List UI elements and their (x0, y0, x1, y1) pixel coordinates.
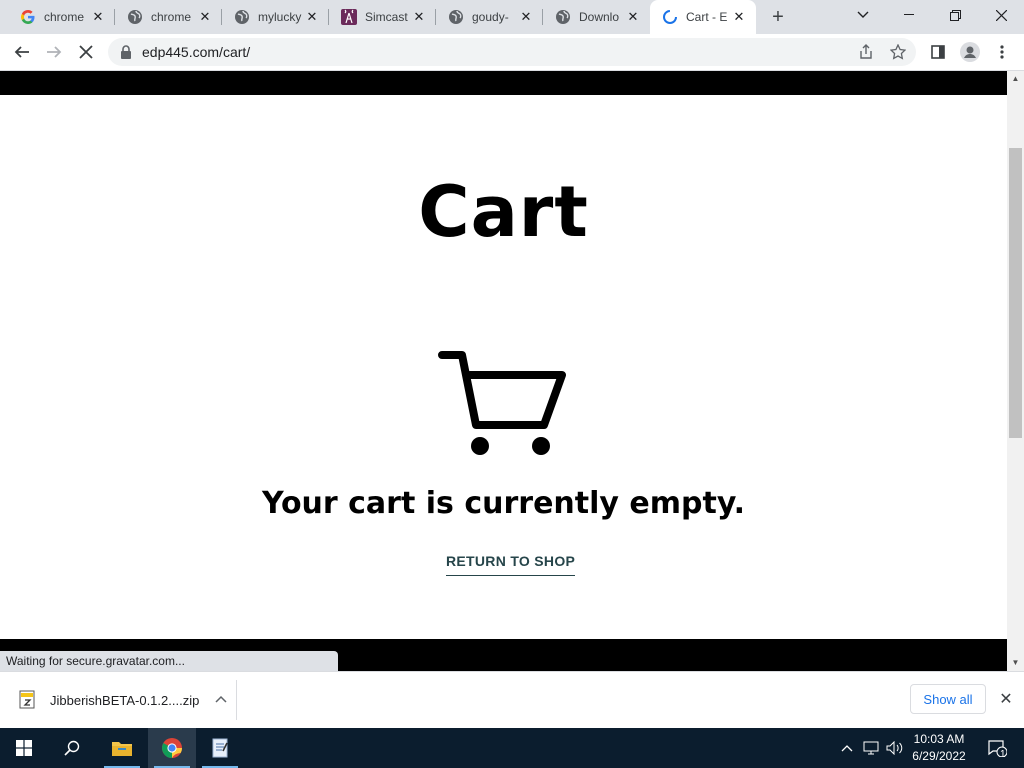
close-icon[interactable]: ✕ (996, 688, 1016, 710)
tab-4[interactable]: Simcast ✕ (329, 0, 436, 34)
clock-date: 6/29/2022 (912, 749, 966, 763)
back-arrow-icon (14, 46, 29, 58)
search-button[interactable] (48, 728, 96, 768)
loading-icon (662, 9, 678, 25)
tab-1[interactable]: chrome ✕ (8, 0, 115, 34)
address-bar[interactable]: edp445.com/cart/ (108, 38, 916, 66)
scroll-thumb[interactable] (1009, 148, 1022, 438)
tab-strip: chrome ✕ chrome ✕ mylucky ✕ Simcast ✕ go… (0, 0, 1024, 34)
profile-button[interactable] (956, 38, 984, 66)
chrome-taskbar-button[interactable] (148, 728, 196, 768)
tab-2[interactable]: chrome ✕ (115, 0, 222, 34)
tab-7-active[interactable]: Cart - E ✕ (650, 0, 756, 34)
notepad-taskbar-button[interactable] (196, 728, 244, 768)
tab-6[interactable]: Downlo ✕ (543, 0, 650, 34)
tab-title: Downlo (579, 10, 620, 24)
tower-icon (341, 9, 357, 25)
chevron-up-icon[interactable] (215, 694, 227, 706)
tab-search-icon[interactable] (840, 0, 886, 30)
close-icon[interactable]: ✕ (196, 8, 214, 26)
chevron-up-icon[interactable] (838, 728, 856, 768)
download-file-name: JibberishBETA-0.1.2....zip (50, 692, 200, 708)
close-icon[interactable]: ✕ (517, 8, 535, 26)
browser-toolbar: edp445.com/cart/ (0, 34, 1024, 71)
lock-icon[interactable] (120, 45, 134, 59)
share-button[interactable] (852, 38, 880, 66)
network-icon[interactable] (860, 728, 882, 768)
return-to-shop-link[interactable]: RETURN TO SHOP (446, 553, 576, 576)
file-explorer-button[interactable] (98, 728, 146, 768)
page-title: Cart (418, 171, 589, 253)
scroll-up-icon[interactable]: ▲ (1007, 71, 1024, 85)
star-icon (890, 44, 906, 60)
share-icon (860, 44, 872, 59)
show-all-downloads-button[interactable]: Show all (910, 684, 986, 714)
side-panel-icon (931, 45, 945, 59)
tab-title: chrome (151, 10, 192, 24)
start-button[interactable] (0, 728, 48, 768)
globe-icon (448, 9, 464, 25)
profile-icon (960, 42, 980, 62)
page-scrollbar[interactable]: ▲ ▼ (1007, 71, 1024, 671)
status-bubble: Waiting for secure.gravatar.com... (0, 651, 338, 671)
close-icon[interactable]: ✕ (410, 8, 428, 26)
new-tab-button[interactable]: + (766, 5, 790, 29)
zip-file-icon (18, 690, 38, 710)
side-panel-button[interactable] (924, 38, 952, 66)
clock-time: 10:03 AM (913, 732, 965, 746)
chrome-icon (161, 738, 183, 759)
notepad-icon (212, 738, 228, 758)
menu-button[interactable] (988, 38, 1016, 66)
globe-icon (234, 9, 250, 25)
tab-title: Simcast (365, 10, 408, 24)
bookmark-star-button[interactable] (884, 38, 912, 66)
windows-taskbar: 10:03 AM 6/29/2022 1 (0, 728, 1024, 768)
action-center-button[interactable]: 1 (978, 728, 1016, 768)
kebab-menu-icon (1000, 45, 1004, 59)
search-icon (64, 740, 80, 756)
page-viewport: Cart Your cart is currently empty. RETUR… (0, 71, 1007, 671)
download-shelf: JibberishBETA-0.1.2....zip Show all ✕ (0, 671, 1024, 729)
tab-3[interactable]: mylucky ✕ (222, 0, 329, 34)
close-icon[interactable]: ✕ (624, 8, 642, 26)
volume-icon[interactable] (884, 728, 906, 768)
back-button[interactable] (8, 38, 36, 66)
forward-button[interactable] (40, 38, 68, 66)
scroll-down-icon[interactable]: ▼ (1007, 655, 1024, 669)
window-close-button[interactable] (978, 0, 1024, 30)
stop-icon (79, 45, 93, 59)
empty-cart-message: Your cart is currently empty. (261, 486, 746, 521)
tab-5[interactable]: goudy- ✕ (436, 0, 543, 34)
close-icon[interactable]: ✕ (303, 8, 321, 26)
tab-title: Cart - E (686, 10, 728, 24)
globe-icon (555, 9, 571, 25)
google-icon (20, 9, 36, 25)
stop-loading-button[interactable] (72, 38, 100, 66)
tab-title: chrome (44, 10, 85, 24)
tab-title: mylucky (258, 10, 302, 24)
forward-arrow-icon (47, 46, 62, 58)
url-text: edp445.com/cart/ (142, 44, 251, 60)
globe-icon (127, 9, 143, 25)
tab-title: goudy- (472, 10, 509, 24)
shopping-cart-icon (438, 351, 566, 455)
site-header-band (0, 71, 1007, 95)
folder-icon (112, 742, 132, 756)
download-item[interactable]: JibberishBETA-0.1.2....zip (12, 680, 237, 720)
system-clock[interactable]: 10:03 AM 6/29/2022 (904, 731, 974, 765)
restore-button[interactable] (932, 0, 978, 30)
minimize-button[interactable] (886, 0, 932, 30)
close-icon[interactable]: ✕ (89, 8, 107, 26)
notification-count: 1 (1000, 749, 1006, 760)
close-icon[interactable]: ✕ (730, 8, 748, 26)
windows-logo-icon (16, 740, 32, 756)
